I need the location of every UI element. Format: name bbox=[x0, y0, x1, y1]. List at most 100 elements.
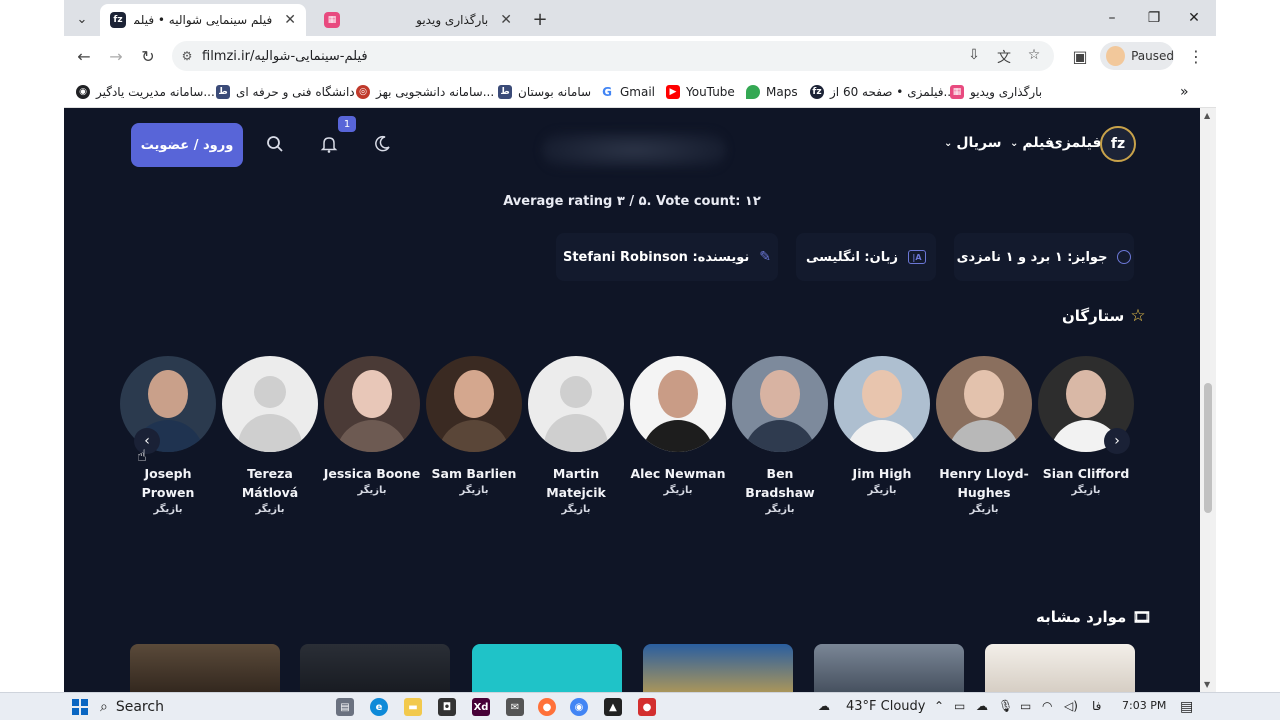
search-icon[interactable] bbox=[263, 132, 287, 156]
more-bookmarks-icon[interactable]: » bbox=[1180, 83, 1189, 101]
taskbar-search[interactable]: ⌕ Search bbox=[100, 695, 278, 719]
actor-card[interactable]: Martin Matejcik بازیگر bbox=[526, 356, 626, 515]
bookmark-item[interactable]: ▶ YouTube bbox=[666, 83, 735, 101]
scroll-down-icon[interactable]: ▼ bbox=[1204, 680, 1210, 689]
nav-series[interactable]: سریال ⌄ bbox=[944, 135, 1002, 151]
clock[interactable]: 7:03 PM bbox=[1122, 699, 1166, 712]
weather-text[interactable]: 43°F Cloudy bbox=[846, 699, 925, 714]
site-info-icon[interactable]: ⚙ bbox=[172, 49, 202, 63]
restore-icon[interactable]: ❐ bbox=[1134, 6, 1174, 30]
actor-card[interactable]: Sam Barlien بازیگر bbox=[424, 356, 524, 496]
site-logo-text[interactable]: فیلمزی bbox=[1050, 135, 1102, 151]
site-icon: ط bbox=[498, 85, 512, 99]
notification-center-icon[interactable]: ▤ bbox=[1180, 699, 1193, 715]
login-button[interactable]: ورود / عضویت bbox=[131, 123, 243, 167]
tab-search-chevron-icon[interactable]: ⌄ bbox=[70, 8, 94, 30]
network-cloud-icon[interactable]: ☁ bbox=[976, 699, 988, 713]
actor-card[interactable]: Jessica Boone بازیگر bbox=[322, 356, 422, 496]
address-bar[interactable]: ⚙ filmzi.ir/فیلم-سینمایی-شوالیه ⇩ 文 ☆ bbox=[172, 41, 1054, 71]
bookmark-item[interactable]: ط دانشگاه فنی و حرفه ای bbox=[216, 83, 355, 101]
chevron-down-icon: ⌄ bbox=[944, 137, 953, 149]
windows-start-icon[interactable] bbox=[72, 699, 88, 715]
screen: ⌄ fz فیلم سینمایی شوالیه • فیلمزی ✕ ▦ با… bbox=[0, 0, 1280, 720]
wifi-icon[interactable]: ◠ bbox=[1042, 699, 1052, 713]
bookmark-item[interactable]: ▦ بارگذاری ویدیو bbox=[950, 83, 1042, 101]
film-icon: 🎞 bbox=[1132, 608, 1152, 626]
mail-icon[interactable]: ✉ bbox=[506, 698, 524, 716]
install-icon[interactable]: ⇩ bbox=[964, 47, 984, 63]
actor-card[interactable]: Jim High بازیگر bbox=[832, 356, 932, 496]
recorder-icon[interactable]: ● bbox=[638, 698, 656, 716]
tray-chevron-icon[interactable]: ⌃ bbox=[934, 699, 944, 713]
bookmarks-bar: ◉ سامانه مدیریت یادگیر... ط دانشگاه فنی و … bbox=[64, 76, 1216, 108]
close-icon[interactable]: ✕ bbox=[500, 12, 512, 28]
fz-icon: fz bbox=[810, 85, 824, 99]
similar-poster[interactable] bbox=[643, 644, 793, 692]
tab-upload[interactable]: ▦ بارگذاری ویدیو ✕ bbox=[314, 4, 522, 36]
bell-icon[interactable] bbox=[317, 132, 341, 156]
volume-icon[interactable]: ◁) bbox=[1064, 699, 1078, 713]
actor-card[interactable]: Tereza Mátlová بازیگر bbox=[220, 356, 320, 515]
taskbar: ⌕ Search ▤ e ▬ ◘ Xd ✉ ● ◉ ▲ ● ☁ 43°F Clo… bbox=[0, 692, 1280, 720]
battery-icon[interactable]: ▭ bbox=[1020, 699, 1031, 713]
site-logo[interactable]: fz bbox=[1100, 126, 1136, 162]
back-icon[interactable]: ← bbox=[72, 44, 96, 68]
actor-card[interactable]: Sian Clifford بازیگر bbox=[1036, 356, 1136, 496]
tab-filmzi[interactable]: fz فیلم سینمایی شوالیه • فیلمزی ✕ bbox=[100, 4, 306, 36]
file-explorer-icon[interactable]: ▬ bbox=[404, 698, 422, 716]
language-indicator[interactable]: فا bbox=[1092, 699, 1101, 713]
translate-icon[interactable]: 文 bbox=[994, 47, 1014, 67]
actor-card[interactable]: Ben Bradshaw بازیگر bbox=[730, 356, 830, 515]
bookmark-item[interactable]: ◉ سامانه مدیریت یادگیر... bbox=[76, 83, 215, 101]
grid-icon: ▦ bbox=[324, 12, 340, 28]
similar-poster[interactable] bbox=[985, 644, 1135, 692]
bookmark-item[interactable]: ◎ سامانه دانشجویی بهز... bbox=[356, 83, 494, 101]
actor-card[interactable]: Joseph Prowen بازیگر bbox=[118, 356, 218, 515]
sidepanel-icon[interactable]: ▣ bbox=[1068, 44, 1092, 68]
page-viewport: ورود / عضویت 1 سریال ⌄ فیلم ⌄ فیلمزی fz Av… bbox=[64, 108, 1200, 692]
nav-movie[interactable]: فیلم ⌄ bbox=[1010, 135, 1054, 151]
page-scrollbar[interactable]: ▲ ▼ bbox=[1200, 108, 1216, 692]
chrome-icon[interactable]: ◉ bbox=[570, 698, 588, 716]
microphone-icon[interactable]: 🎙 bbox=[998, 699, 1013, 713]
similar-poster[interactable] bbox=[130, 644, 280, 692]
menu-icon[interactable]: ⋮ bbox=[1184, 44, 1208, 68]
photos-icon[interactable]: ▲ bbox=[604, 698, 622, 716]
forward-icon[interactable]: → bbox=[104, 44, 128, 68]
bookmark-item[interactable]: ط سامانه بوستان bbox=[498, 83, 591, 101]
left-margin bbox=[0, 0, 64, 692]
similar-poster[interactable] bbox=[300, 644, 450, 692]
bookmark-item[interactable]: G Gmail bbox=[600, 83, 655, 101]
minimize-icon[interactable]: – bbox=[1092, 6, 1132, 30]
profile-button[interactable]: Paused bbox=[1100, 42, 1174, 70]
task-view-icon[interactable]: ▤ bbox=[336, 698, 354, 716]
actor-photo bbox=[834, 356, 930, 452]
bookmark-star-icon[interactable]: ☆ bbox=[1024, 47, 1044, 63]
similar-poster[interactable] bbox=[814, 644, 964, 692]
new-tab-icon[interactable]: + bbox=[528, 8, 552, 30]
close-icon[interactable]: ✕ bbox=[284, 12, 296, 28]
edge-icon[interactable]: e bbox=[370, 698, 388, 716]
carousel-next-icon[interactable]: › bbox=[1104, 428, 1130, 454]
bookmark-item[interactable]: Maps bbox=[746, 83, 798, 101]
chevron-down-icon: ⌄ bbox=[1010, 137, 1019, 149]
tray-app-icon[interactable]: ▭ bbox=[954, 699, 965, 713]
bookmark-item[interactable]: fzفیلمزی • صفحه 60 از... bbox=[810, 83, 955, 101]
actor-photo bbox=[324, 356, 420, 452]
xd-icon[interactable]: Xd bbox=[472, 698, 490, 716]
scroll-up-icon[interactable]: ▲ bbox=[1204, 111, 1210, 120]
star-icon: ☆ bbox=[1130, 306, 1146, 326]
actor-card[interactable]: Henry Lloyd-Hughes بازیگر bbox=[934, 356, 1034, 515]
youtube-icon: ▶ bbox=[666, 85, 680, 99]
weather-icon[interactable]: ☁ bbox=[818, 699, 830, 713]
firefox-icon[interactable]: ● bbox=[538, 698, 556, 716]
language-icon: A| bbox=[907, 250, 926, 264]
window-close-icon[interactable]: ✕ bbox=[1174, 6, 1214, 30]
reload-icon[interactable]: ↻ bbox=[136, 44, 160, 68]
profile-label: Paused bbox=[1131, 49, 1174, 63]
similar-poster[interactable] bbox=[472, 644, 622, 692]
store-icon[interactable]: ◘ bbox=[438, 698, 456, 716]
scroll-thumb[interactable] bbox=[1204, 383, 1212, 513]
moon-icon[interactable] bbox=[370, 132, 394, 156]
actor-card[interactable]: Alec Newman بازیگر bbox=[628, 356, 728, 496]
